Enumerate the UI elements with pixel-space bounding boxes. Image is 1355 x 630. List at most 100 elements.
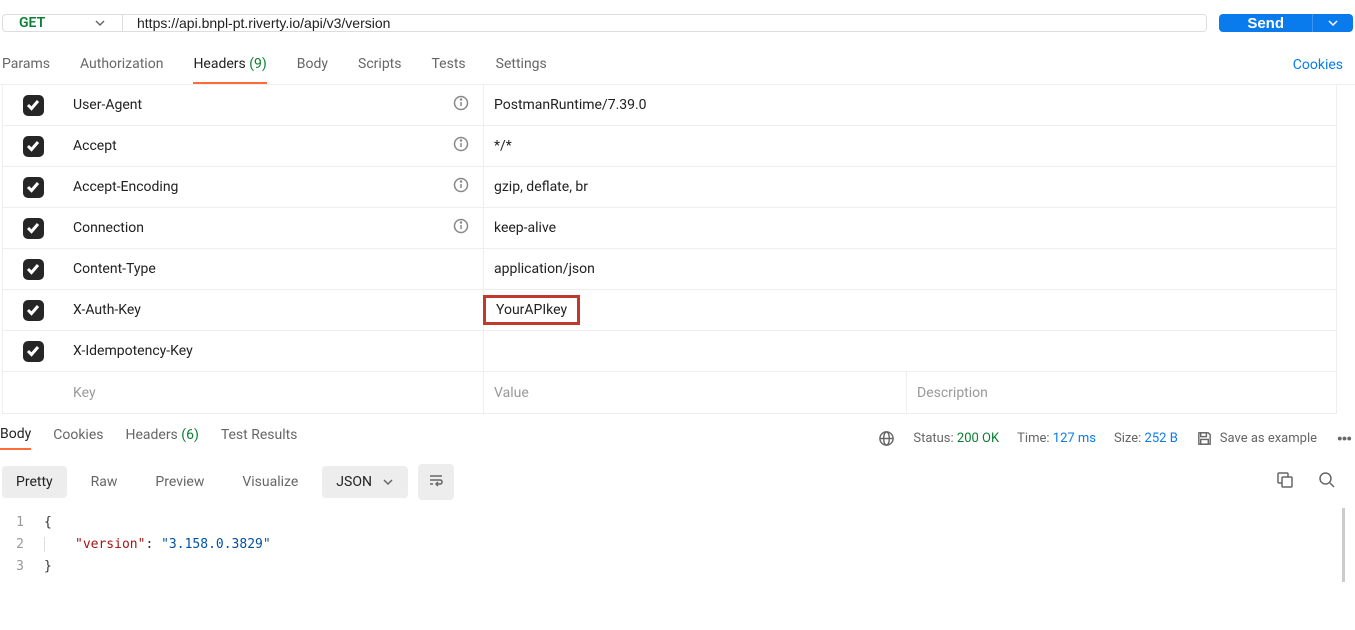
- response-tab-headers-label: Headers: [125, 427, 177, 443]
- header-key: Accept: [73, 138, 117, 154]
- header-value-cell[interactable]: */*: [483, 126, 1336, 166]
- header-row-new: Key Value Description: [3, 372, 1336, 413]
- status-meta: Status: 200 OK: [913, 431, 999, 446]
- cookies-link[interactable]: Cookies: [1293, 57, 1353, 73]
- code-line: 1 {: [0, 512, 1342, 534]
- header-value: gzip, deflate, br: [494, 179, 588, 195]
- globe-icon[interactable]: [877, 429, 895, 447]
- send-dropdown-button[interactable]: [1312, 14, 1353, 32]
- header-checkbox[interactable]: [23, 177, 44, 198]
- time-meta: Time: 127 ms: [1017, 431, 1096, 446]
- header-checkbox[interactable]: [23, 300, 44, 321]
- header-row: X-Idempotency-Key: [3, 331, 1336, 372]
- header-row: X-Auth-Key YourAPIkey: [3, 290, 1336, 331]
- response-tabs-row: Body Cookies Headers (6) Test Results St…: [0, 414, 1355, 456]
- tab-settings[interactable]: Settings: [496, 46, 547, 84]
- header-value-highlighted: YourAPIkey: [483, 295, 580, 325]
- header-value: keep-alive: [494, 220, 556, 236]
- line-number: 3: [0, 556, 44, 578]
- search-button[interactable]: [1311, 464, 1343, 500]
- wrap-lines-button[interactable]: [418, 464, 454, 500]
- header-row: Accept-Encoding gzip, deflate, br: [3, 167, 1336, 208]
- header-key-input[interactable]: Key: [63, 385, 483, 401]
- header-row: Content-Type application/json: [3, 249, 1336, 290]
- header-checkbox[interactable]: [23, 218, 44, 239]
- header-key: User-Agent: [73, 97, 142, 113]
- header-value: PostmanRuntime/7.39.0: [494, 97, 647, 113]
- send-button[interactable]: Send: [1219, 14, 1312, 32]
- header-key: Connection: [73, 220, 144, 236]
- info-icon[interactable]: [453, 95, 469, 115]
- copy-button[interactable]: [1269, 464, 1301, 500]
- response-tab-cookies[interactable]: Cookies: [53, 427, 103, 449]
- format-row: Pretty Raw Preview Visualize JSON: [0, 456, 1355, 508]
- header-checkbox[interactable]: [23, 341, 44, 362]
- format-tab-pretty[interactable]: Pretty: [2, 466, 67, 498]
- header-value-cell[interactable]: PostmanRuntime/7.39.0: [483, 85, 1336, 125]
- header-checkbox[interactable]: [23, 259, 44, 280]
- header-desc-input[interactable]: Description: [906, 372, 1336, 413]
- tab-body[interactable]: Body: [297, 46, 328, 84]
- header-value-cell[interactable]: YourAPIkey: [483, 290, 1336, 330]
- tab-headers-count: (9): [249, 56, 267, 72]
- format-tab-visualize[interactable]: Visualize: [228, 466, 312, 498]
- header-row: Accept */*: [3, 126, 1336, 167]
- tab-authorization[interactable]: Authorization: [80, 46, 163, 84]
- more-icon[interactable]: [1335, 429, 1353, 447]
- header-checkbox[interactable]: [23, 136, 44, 157]
- code-line: 2 "version": "3.158.0.3829": [0, 534, 1342, 556]
- header-value-cell[interactable]: keep-alive: [483, 208, 1336, 248]
- header-value-input[interactable]: Value: [483, 372, 906, 413]
- header-key-cell[interactable]: Accept-Encoding: [63, 177, 483, 197]
- save-icon: [1196, 429, 1214, 447]
- format-type-label: JSON: [336, 474, 372, 490]
- response-tab-headers[interactable]: Headers (6): [125, 427, 198, 449]
- request-bar: GET Send: [0, 0, 1355, 46]
- code-line: 3 }: [0, 556, 1342, 578]
- header-key: X-Auth-Key: [73, 302, 141, 318]
- header-row: Connection keep-alive: [3, 208, 1336, 249]
- method-select[interactable]: GET: [3, 15, 123, 31]
- line-number: 2: [0, 534, 44, 556]
- info-icon[interactable]: [453, 177, 469, 197]
- format-type-select[interactable]: JSON: [322, 466, 408, 498]
- tab-headers-label: Headers: [193, 56, 245, 72]
- response-tab-headers-count: (6): [181, 427, 199, 443]
- size-meta: Size: 252 B: [1114, 431, 1178, 446]
- send-button-group: Send: [1219, 14, 1353, 32]
- tab-headers[interactable]: Headers (9): [193, 46, 266, 84]
- url-input[interactable]: [123, 15, 1206, 31]
- info-icon[interactable]: [453, 218, 469, 238]
- header-value-cell[interactable]: [483, 331, 1336, 371]
- header-value-cell[interactable]: gzip, deflate, br: [483, 167, 1336, 207]
- header-row: User-Agent PostmanRuntime/7.39.0: [3, 85, 1336, 126]
- header-key: X-Idempotency-Key: [73, 343, 193, 359]
- header-checkbox[interactable]: [23, 95, 44, 116]
- chevron-down-icon: [94, 17, 106, 29]
- header-key-cell[interactable]: Accept: [63, 136, 483, 156]
- header-key-cell[interactable]: Connection: [63, 218, 483, 238]
- header-key-cell[interactable]: X-Auth-Key: [63, 302, 483, 318]
- request-tabs: Params Authorization Headers (9) Body Sc…: [2, 46, 547, 84]
- response-meta: Status: 200 OK Time: 127 ms Size: 252 B …: [877, 429, 1353, 447]
- line-number: 1: [0, 512, 44, 534]
- tab-params[interactable]: Params: [2, 46, 50, 84]
- header-key-cell[interactable]: User-Agent: [63, 95, 483, 115]
- info-icon[interactable]: [453, 136, 469, 156]
- response-tab-body[interactable]: Body: [0, 426, 31, 450]
- response-tab-test-results[interactable]: Test Results: [221, 427, 298, 449]
- header-key-cell[interactable]: Content-Type: [63, 261, 483, 277]
- format-tab-raw[interactable]: Raw: [77, 466, 132, 498]
- format-tab-preview[interactable]: Preview: [141, 466, 218, 498]
- header-value-cell[interactable]: application/json: [483, 249, 1336, 289]
- header-value: application/json: [494, 261, 595, 277]
- request-tabs-row: Params Authorization Headers (9) Body Sc…: [0, 46, 1355, 85]
- tab-tests[interactable]: Tests: [432, 46, 466, 84]
- header-key: Content-Type: [73, 261, 156, 277]
- save-as-example-button[interactable]: Save as example: [1196, 429, 1317, 447]
- response-body-code[interactable]: 1 { 2 "version": "3.158.0.3829" 3 }: [0, 508, 1345, 582]
- header-value: */*: [494, 138, 512, 154]
- tab-scripts[interactable]: Scripts: [358, 46, 401, 84]
- header-key-cell[interactable]: X-Idempotency-Key: [63, 343, 483, 359]
- method-url-container: GET: [2, 14, 1207, 32]
